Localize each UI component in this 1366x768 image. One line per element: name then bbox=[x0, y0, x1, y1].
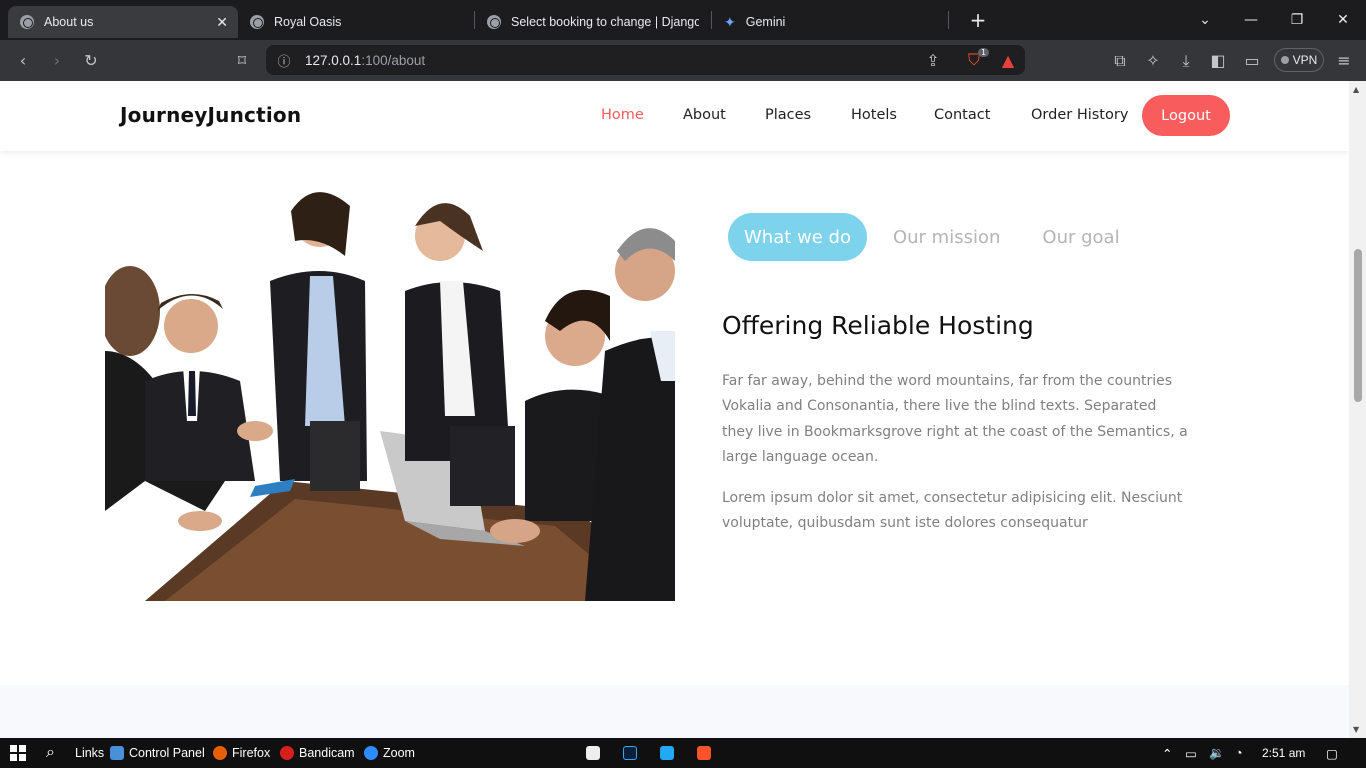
team-meeting-illustration bbox=[105, 181, 675, 601]
url-path: :100/about bbox=[361, 52, 426, 68]
tab-title: Royal Oasis bbox=[274, 15, 342, 29]
tab-search-chevron-icon[interactable]: ⌄ bbox=[1182, 0, 1228, 40]
control-panel-label: Control Panel bbox=[129, 746, 205, 760]
tab-what-we-do[interactable]: What we do bbox=[728, 213, 867, 261]
url-host: 127.0.0.1 bbox=[305, 52, 362, 68]
download-icon[interactable]: ⤓ bbox=[1175, 51, 1197, 71]
brave-icon bbox=[697, 746, 711, 760]
browser-tab-django[interactable]: Select booking to change | Django si bbox=[475, 6, 711, 38]
site-info-icon[interactable]: ⓘ bbox=[273, 51, 295, 70]
page-scrollbar[interactable]: ▲ ▼ bbox=[1349, 81, 1366, 738]
battery-icon: ▭ bbox=[1185, 746, 1197, 761]
globe-icon bbox=[20, 15, 34, 29]
taskbar-bandicam[interactable]: Bandicam bbox=[280, 738, 355, 768]
taskbar-app-vscode[interactable] bbox=[660, 738, 679, 768]
zoom-icon bbox=[364, 746, 378, 760]
nav-home[interactable]: Home bbox=[601, 107, 644, 123]
next-section-background bbox=[0, 685, 1349, 738]
notifications-icon[interactable]: ▢ bbox=[1326, 738, 1338, 768]
new-tab-icon[interactable]: + bbox=[955, 0, 1001, 40]
reload-icon[interactable]: ↻ bbox=[80, 51, 102, 70]
nav-places[interactable]: Places bbox=[765, 107, 811, 123]
minimize-icon[interactable]: — bbox=[1228, 0, 1274, 40]
taskbar-app-brave[interactable] bbox=[697, 738, 716, 768]
wallet-icon[interactable]: ▭ bbox=[1241, 51, 1263, 70]
scroll-down-arrow-icon[interactable]: ▼ bbox=[1353, 725, 1359, 734]
capcut-icon bbox=[586, 746, 600, 760]
taskbar-firefox[interactable]: Firefox bbox=[213, 738, 270, 768]
windows-taskbar: ⌕ Links Control Panel Firefox Bandicam Z… bbox=[0, 738, 1366, 768]
close-window-icon[interactable]: ✕ bbox=[1320, 0, 1366, 40]
tab-title: Select booking to change | Django si bbox=[511, 15, 699, 29]
browser-tab-strip: About us ✕ Royal Oasis Select booking to… bbox=[0, 0, 1366, 40]
tab-our-goal[interactable]: Our goal bbox=[1026, 213, 1135, 261]
site-navbar: JourneyJunction Home About Places Hotels… bbox=[0, 81, 1349, 151]
control-panel-icon bbox=[110, 746, 124, 760]
volume-icon[interactable]: 🔉 bbox=[1209, 738, 1225, 768]
section-heading: Offering Reliable Hosting bbox=[722, 311, 1034, 340]
wifi-icon[interactable]: ◔ bbox=[1235, 738, 1243, 768]
forward-icon[interactable]: › bbox=[46, 51, 68, 70]
extensions-icon[interactable]: ⧉ bbox=[1109, 51, 1131, 71]
globe-icon bbox=[250, 15, 264, 29]
browser-tab-gemini[interactable]: ✦ Gemini bbox=[712, 6, 948, 38]
nav-order-history[interactable]: Order History bbox=[1031, 107, 1128, 123]
globe-icon bbox=[487, 15, 501, 29]
leo-icon[interactable]: ✧ bbox=[1142, 51, 1164, 70]
brand-logo[interactable]: JourneyJunction bbox=[120, 103, 301, 127]
nav-about[interactable]: About bbox=[683, 107, 726, 123]
taskbar-app-capcut[interactable] bbox=[586, 738, 605, 768]
about-paragraph-1: Far far away, behind the word mountains,… bbox=[722, 373, 1188, 466]
taskbar-app-photoshop[interactable] bbox=[623, 738, 642, 768]
zoom-label: Zoom bbox=[383, 746, 415, 760]
bandicam-icon bbox=[280, 746, 294, 760]
start-button[interactable] bbox=[10, 738, 26, 768]
firefox-icon bbox=[213, 746, 227, 760]
vscode-icon bbox=[660, 746, 674, 760]
browser-tab-royal-oasis[interactable]: Royal Oasis bbox=[238, 6, 474, 38]
address-bar[interactable]: ⓘ 127.0.0.1:100/about ⇪ ⛉ 1 ▲ bbox=[266, 45, 1025, 75]
browser-tab-about[interactable]: About us ✕ bbox=[8, 6, 238, 38]
back-icon[interactable]: ‹ bbox=[12, 51, 34, 70]
taskbar-clock[interactable]: 2:51 am bbox=[1262, 746, 1305, 760]
restore-icon[interactable]: ❐ bbox=[1274, 0, 1320, 40]
browser-toolbar: ‹ › ↻ ⌑ ⓘ 127.0.0.1:100/about ⇪ ⛉ 1 ▲ ⧉ … bbox=[0, 40, 1366, 81]
tab-our-mission[interactable]: Our mission bbox=[877, 213, 1016, 261]
logout-button[interactable]: Logout bbox=[1142, 95, 1230, 136]
team-meeting-photo bbox=[105, 181, 675, 601]
search-icon[interactable]: ⌕ bbox=[46, 738, 55, 768]
about-tabs: What we do Our mission Our goal bbox=[728, 213, 1146, 261]
gemini-sparkle-icon: ✦ bbox=[724, 13, 736, 30]
windows-logo-icon bbox=[10, 745, 26, 761]
share-icon[interactable]: ⇪ bbox=[922, 51, 944, 70]
vpn-status-icon bbox=[1280, 56, 1289, 64]
close-tab-icon[interactable]: ✕ bbox=[216, 14, 228, 31]
tray-chevron-icon[interactable]: ⌃ bbox=[1162, 738, 1172, 768]
url-text[interactable]: 127.0.0.1:100/about bbox=[305, 53, 425, 68]
scrollbar-thumb[interactable] bbox=[1354, 249, 1362, 402]
vpn-label: VPN bbox=[1292, 53, 1318, 67]
vpn-button[interactable]: VPN bbox=[1274, 48, 1324, 72]
taskbar-control-panel[interactable]: Control Panel bbox=[110, 738, 205, 768]
taskbar-links[interactable]: Links bbox=[75, 738, 104, 768]
bandicam-label: Bandicam bbox=[299, 746, 355, 760]
tab-title: Gemini bbox=[745, 15, 786, 29]
brave-rewards-icon[interactable]: ▲ bbox=[997, 51, 1019, 70]
firefox-label: Firefox bbox=[232, 746, 271, 760]
tab-separator bbox=[948, 11, 949, 29]
scroll-up-arrow-icon[interactable]: ▲ bbox=[1353, 85, 1359, 94]
taskbar-zoom[interactable]: Zoom bbox=[364, 738, 415, 768]
about-paragraph-2: Lorem ipsum dolor sit amet, consectetur … bbox=[722, 490, 1183, 532]
web-page: JourneyJunction Home About Places Hotels… bbox=[0, 81, 1349, 738]
links-label: Links bbox=[75, 746, 105, 760]
tab-title: About us bbox=[44, 15, 94, 29]
nav-contact[interactable]: Contact bbox=[934, 107, 990, 123]
menu-icon[interactable]: ≡ bbox=[1333, 51, 1355, 70]
nav-hotels[interactable]: Hotels bbox=[851, 107, 897, 123]
bookmark-icon[interactable]: ⌑ bbox=[231, 51, 253, 70]
photoshop-icon bbox=[623, 746, 637, 760]
shields-badge: 1 bbox=[978, 48, 990, 57]
sidebar-icon[interactable]: ◧ bbox=[1207, 51, 1229, 70]
